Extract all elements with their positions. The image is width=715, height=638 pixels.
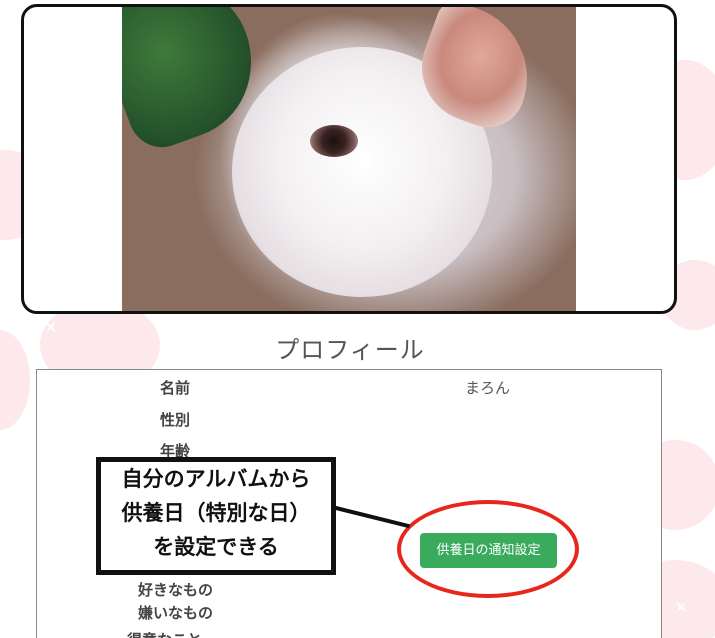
callout-annotation: 自分のアルバムから 供養日（特別な日） を設定できる — [96, 457, 336, 575]
pet-photo[interactable] — [122, 7, 576, 311]
highlight-ellipse — [397, 500, 579, 598]
profile-label-likes: 好きなもの — [138, 581, 214, 599]
callout-line-1: 自分のアルバムから — [121, 467, 311, 491]
photo-rabbit-eye — [310, 125, 358, 157]
pet-photo-frame — [21, 4, 677, 314]
profile-section-title: プロフィール — [275, 336, 425, 364]
profile-label-name: 名前 — [160, 379, 191, 397]
profile-label-skills: 得意なこと — [127, 629, 202, 638]
profile-label-dislikes: 嫌いなもの — [138, 604, 214, 622]
profile-value-name: まろん — [465, 379, 511, 397]
profile-label-gender: 性別 — [160, 411, 191, 429]
callout-line-2: 供養日（特別な日） — [121, 501, 311, 525]
callout-line-3: を設定できる — [153, 535, 279, 559]
page: プロフィール 名前 まろん 性別 年齢 好きなもの 嫌いなもの 得意なこと 供養… — [0, 0, 715, 638]
